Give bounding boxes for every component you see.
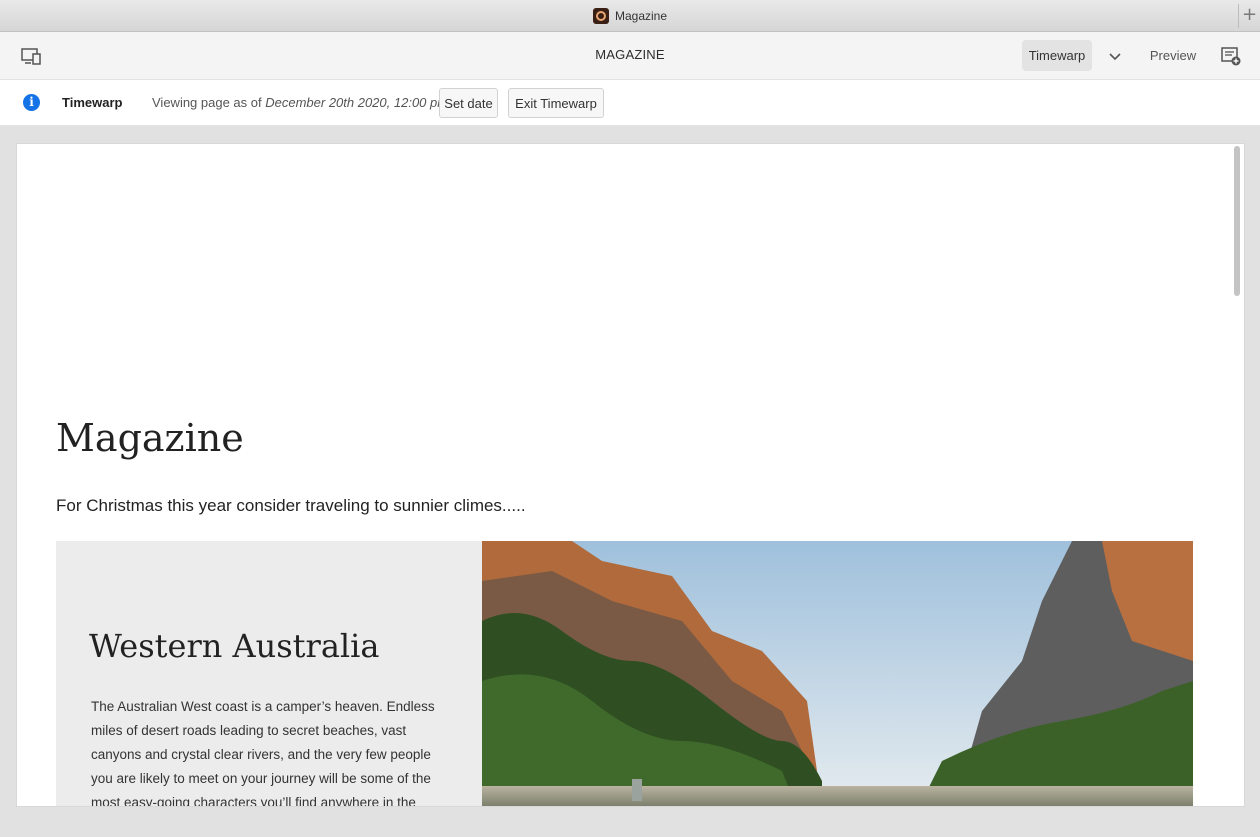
timewarp-viewing-text: Viewing page as of December 20th 2020, 1…: [152, 95, 448, 110]
annotation-icon[interactable]: [1220, 45, 1242, 67]
teaser-description: The Australian West coast is a camper’s …: [91, 699, 435, 807]
timewarp-button[interactable]: Timewarp: [1022, 40, 1092, 71]
set-date-button[interactable]: Set date: [439, 88, 498, 118]
timewarp-viewing-prefix: Viewing page as of: [152, 95, 266, 110]
chevron-down-icon[interactable]: [1105, 46, 1125, 66]
timewarp-bar: i Timewarp Viewing page as of December 2…: [0, 80, 1260, 126]
teaser-title: Western Australia: [89, 627, 380, 665]
teaser-card[interactable]: Western Australia The Australian West co…: [56, 541, 1193, 807]
new-tab-button[interactable]: +: [1238, 4, 1260, 28]
window-title: Magazine: [592, 7, 668, 24]
window-titlebar: Magazine +: [0, 0, 1260, 32]
exit-timewarp-button[interactable]: Exit Timewarp: [508, 88, 604, 118]
page-subtitle: For Christmas this year consider traveli…: [56, 496, 526, 515]
timewarp-date: December 20th 2020, 12:00 pm: [265, 95, 449, 110]
teaser-text-panel: Western Australia The Australian West co…: [56, 541, 482, 807]
timewarp-title: Timewarp: [62, 95, 123, 110]
editor-toolbar: MAGAZINE Timewarp Preview: [0, 32, 1260, 80]
preview-button[interactable]: Preview: [1140, 40, 1206, 71]
info-icon: i: [23, 94, 40, 111]
teaser-image: [482, 541, 1193, 806]
vertical-scrollbar[interactable]: [1234, 146, 1240, 296]
app-icon: [592, 7, 609, 24]
page-title: Magazine: [56, 416, 244, 460]
window-title-text: Magazine: [614, 8, 668, 23]
page-preview-frame[interactable]: Magazine For Christmas this year conside…: [16, 143, 1245, 807]
